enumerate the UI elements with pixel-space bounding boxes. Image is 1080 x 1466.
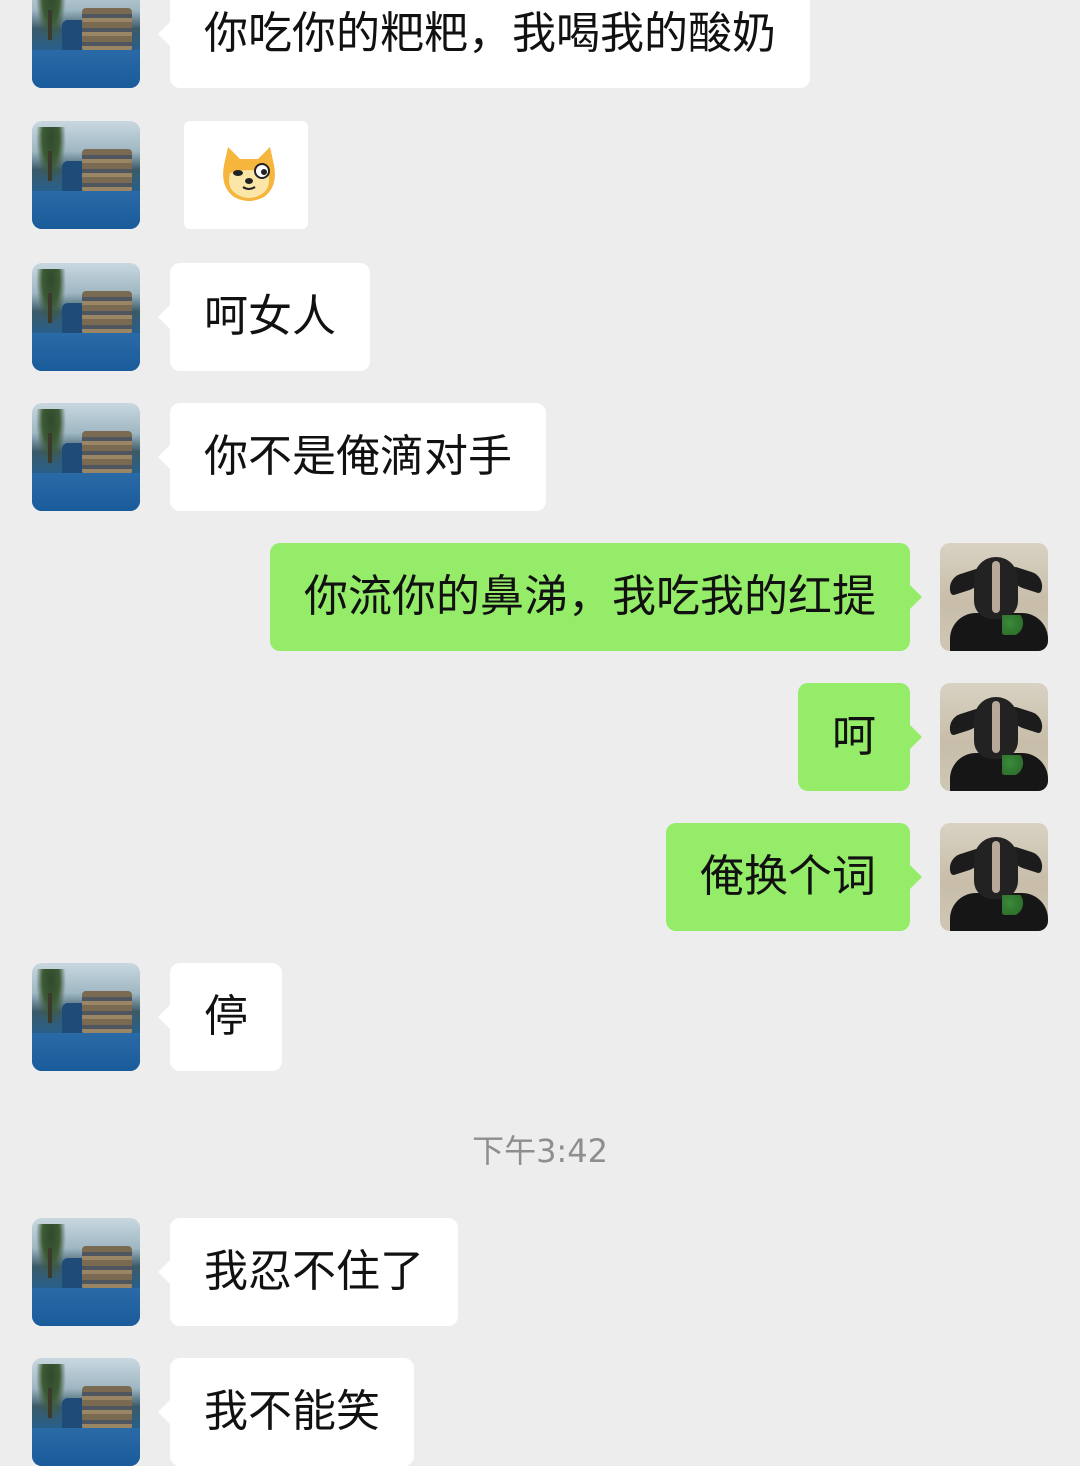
contact-avatar[interactable]: [32, 1218, 140, 1326]
message-text: 你流你的鼻涕，我吃我的红提: [304, 571, 876, 622]
message-text: 呵女人: [204, 291, 336, 342]
doge-cat-emoji-icon: [223, 147, 275, 201]
contact-avatar[interactable]: [32, 0, 140, 88]
message-row: 你流你的鼻涕，我吃我的红提: [0, 543, 1080, 651]
message-row: 你吃你的粑粑，我喝我的酸奶: [0, 0, 1080, 88]
message-bubble[interactable]: 我不能笑: [158, 1358, 414, 1466]
message-row: 我忍不住了: [0, 1218, 1080, 1326]
message-bubble[interactable]: 你流你的鼻涕，我吃我的红提: [270, 543, 922, 651]
message-text: 俺换个词: [700, 851, 876, 902]
message-text: 呵: [832, 711, 876, 762]
message-text: 你吃你的粑粑，我喝我的酸奶: [204, 8, 776, 59]
message-bubble[interactable]: 你吃你的粑粑，我喝我的酸奶: [158, 0, 810, 88]
contact-avatar[interactable]: [32, 121, 140, 229]
message-row: 你不是俺滴对手: [0, 403, 1080, 511]
my-avatar[interactable]: [940, 823, 1048, 931]
message-bubble[interactable]: 你不是俺滴对手: [158, 403, 546, 511]
my-avatar[interactable]: [940, 683, 1048, 791]
contact-avatar[interactable]: [32, 263, 140, 371]
contact-avatar[interactable]: [32, 1358, 140, 1466]
message-bubble[interactable]: 呵女人: [158, 263, 370, 371]
message-text: 我忍不住了: [204, 1246, 424, 1297]
contact-avatar[interactable]: [32, 963, 140, 1071]
message-row: 呵女人: [0, 263, 1080, 371]
message-bubble[interactable]: 呵: [798, 683, 922, 791]
timestamp: 下午3:42: [472, 1132, 608, 1170]
message-bubble[interactable]: 我忍不住了: [158, 1218, 458, 1326]
message-bubble[interactable]: 俺换个词: [666, 823, 922, 931]
message-row: 我不能笑: [0, 1358, 1080, 1466]
sticker-message[interactable]: [184, 121, 308, 229]
message-bubble[interactable]: 停: [158, 963, 282, 1071]
message-row: [0, 121, 1080, 229]
message-row: 呵: [0, 683, 1080, 791]
message-row: 停: [0, 963, 1080, 1071]
message-text: 我不能笑: [204, 1386, 380, 1437]
message-text: 停: [204, 991, 248, 1042]
message-row: 俺换个词: [0, 823, 1080, 931]
message-text: 你不是俺滴对手: [204, 431, 512, 482]
chat-message-list[interactable]: 你吃你的粑粑，我喝我的酸奶 呵女人 你不是俺滴对手 你流你的鼻涕，我吃我的红提 …: [0, 0, 1080, 1466]
contact-avatar[interactable]: [32, 403, 140, 511]
my-avatar[interactable]: [940, 543, 1048, 651]
